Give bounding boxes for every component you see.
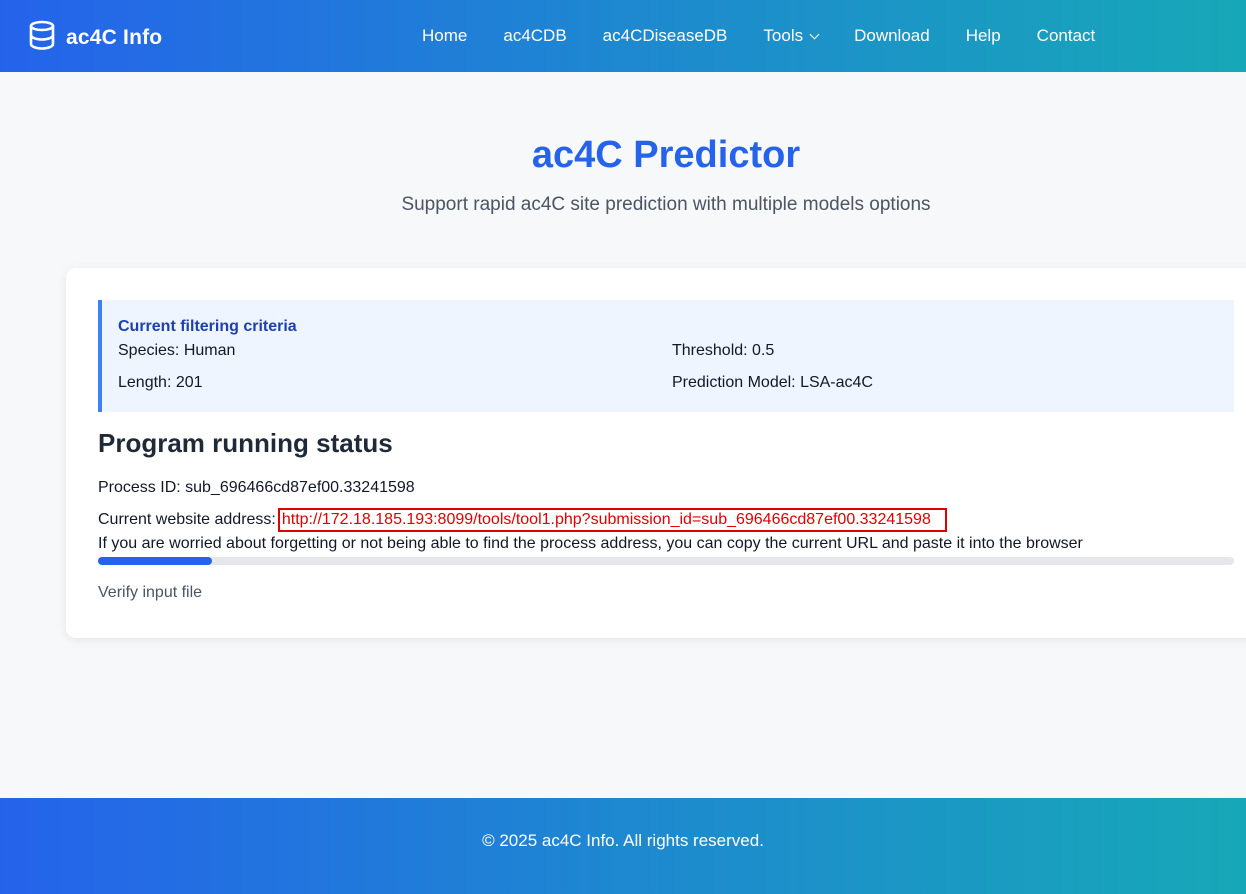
footer-copyright: © 2025 ac4C Info. All rights reserved.: [482, 831, 764, 850]
status-heading: Program running status: [98, 428, 393, 458]
criteria-model: Prediction Model: LSA-ac4C: [672, 374, 873, 391]
nav-tools-label: Tools: [763, 26, 804, 45]
criteria-species: Species: Human: [118, 342, 236, 359]
current-step: Verify input file: [98, 584, 203, 601]
footer: © 2025 ac4C Info. All rights reserved.: [0, 798, 1246, 894]
navbar: ac4C Info Home ac4CDB ac4CDiseaseDB Tool…: [0, 0, 1246, 72]
address-hint: If you are worried about forgetting or n…: [98, 535, 1083, 552]
database-icon: [28, 20, 56, 55]
page-subtitle: Support rapid ac4C site prediction with …: [401, 194, 931, 215]
nav-tools[interactable]: Tools: [745, 26, 836, 46]
criteria-threshold: Threshold: 0.5: [672, 342, 775, 359]
progress-bar: [98, 557, 1234, 565]
website-address-url[interactable]: http://172.18.185.193:8099/tools/tool1.p…: [277, 508, 947, 532]
chevron-down-icon: [809, 29, 820, 39]
filtering-criteria-panel: Current filtering criteria Species: Huma…: [98, 300, 1234, 412]
nav-ac4cdiseasedb[interactable]: ac4CDiseaseDB: [585, 26, 746, 46]
nav-ac4cdb[interactable]: ac4CDB: [485, 26, 584, 46]
website-address-row: Current website address: http://172.18.18…: [98, 508, 947, 532]
brand[interactable]: ac4C Info: [28, 20, 162, 55]
nav-links: Home ac4CDB ac4CDiseaseDB Tools Download…: [404, 0, 1113, 72]
page-title: ac4C Predictor: [531, 134, 801, 176]
nav-help[interactable]: Help: [948, 26, 1019, 46]
progress-bar-fill: [98, 557, 212, 565]
status-card: Current filtering criteria Species: Huma…: [66, 268, 1246, 638]
nav-download[interactable]: Download: [836, 26, 948, 46]
website-address-label: Current website address:: [98, 511, 276, 528]
criteria-title: Current filtering criteria: [118, 318, 297, 335]
brand-name: ac4C Info: [66, 25, 163, 49]
criteria-length: Length: 201: [118, 374, 203, 391]
nav-contact[interactable]: Contact: [1019, 26, 1114, 46]
nav-home[interactable]: Home: [404, 26, 485, 46]
process-id: Process ID: sub_696466cd87ef00.33241598: [98, 479, 415, 496]
